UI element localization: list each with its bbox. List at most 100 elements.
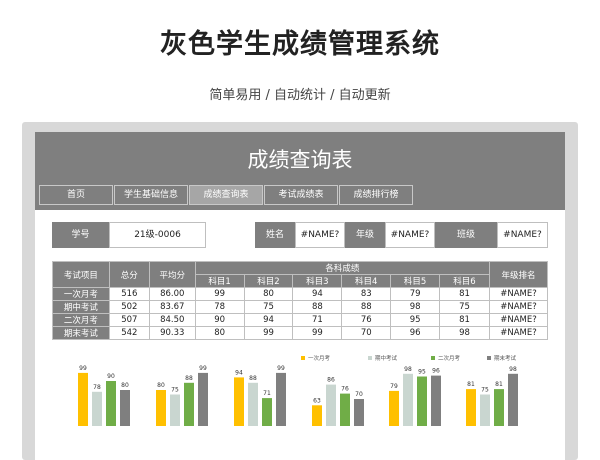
bar-1-4 [312, 405, 322, 426]
header-subject-6: 科目6 [439, 274, 490, 288]
legend-swatch [301, 356, 305, 360]
bar-value-label: 81 [467, 381, 475, 388]
bar-4-3 [276, 372, 286, 426]
bar-1-3 [234, 377, 244, 426]
bar-4-1 [120, 390, 130, 426]
subject-score: 99 [194, 287, 245, 301]
bar-value-label: 95 [418, 369, 426, 376]
tab-4[interactable]: 考试成绩表 [264, 185, 338, 205]
tab-3[interactable]: 成绩查询表 [189, 185, 263, 205]
tab-5[interactable]: 成绩排行榜 [339, 185, 413, 205]
bar-value-label: 98 [509, 366, 517, 373]
class-value: #NAME? [497, 222, 548, 248]
average-score: 86.00 [148, 287, 196, 301]
bar-value-label: 70 [355, 391, 363, 398]
student-id-field[interactable]: 21级-0006 [109, 222, 206, 248]
subject-score: 80 [194, 326, 245, 340]
score-query-sheet: 成绩查询表 首页 学生基础信息 成绩查询表 考试成绩表 成绩排行榜 学号 21级-000… [35, 132, 565, 460]
bar-value-label: 76 [341, 386, 349, 393]
grade-label: 年级 [345, 222, 385, 248]
bar-4-2 [198, 372, 208, 426]
bar-value-label: 78 [93, 384, 101, 391]
bar-value-label: 90 [107, 373, 115, 380]
legend-swatch [431, 356, 435, 360]
bar-1-5 [389, 390, 399, 426]
bar-value-label: 98 [404, 366, 412, 373]
legend-swatch [368, 356, 372, 360]
tab-2[interactable]: 学生基础信息 [114, 185, 188, 205]
grade-rank: #NAME? [488, 326, 549, 340]
bar-value-label: 79 [390, 383, 398, 390]
total-score: 502 [108, 300, 150, 314]
total-score: 507 [108, 313, 150, 327]
bar-value-label: 96 [432, 368, 440, 375]
subject-score: 88 [292, 300, 343, 314]
table-row: 期中考试 502 83.67 78 75 88 88 98 75 #NAME? [52, 300, 549, 314]
bar-3-5 [417, 376, 427, 426]
table-row: 一次月考 516 86.00 99 80 94 83 79 81 #NAME? [52, 287, 549, 301]
header-subject-4: 科目4 [341, 274, 392, 288]
class-label: 班级 [435, 222, 497, 248]
subject-score: 75 [243, 300, 294, 314]
bar-value-label: 94 [235, 369, 243, 376]
subject-score: 76 [341, 313, 392, 327]
subject-score: 70 [341, 326, 392, 340]
grade-value: #NAME? [385, 222, 435, 248]
bar-value-label: 99 [79, 365, 87, 372]
bar-2-4 [326, 384, 336, 426]
bar-2-1 [92, 391, 102, 426]
bar-value-label: 63 [313, 397, 321, 404]
table-row: 期末考试 542 90.33 80 99 99 70 96 98 #NAME? [52, 326, 549, 340]
header-subject-5: 科目5 [390, 274, 441, 288]
subject-score: 98 [390, 300, 441, 314]
bar-1-2 [156, 390, 166, 426]
average-score: 83.67 [148, 300, 196, 314]
grade-rank: #NAME? [488, 287, 549, 301]
bar-value-label: 88 [249, 375, 257, 382]
legend-label: 期末考试 [494, 354, 517, 362]
bar-1-1 [78, 372, 88, 426]
header-total: 总分 [108, 261, 150, 288]
header-subject-1: 科目1 [194, 274, 245, 288]
subject-score: 96 [390, 326, 441, 340]
subject-score: 81 [439, 313, 490, 327]
header-exam: 考试项目 [52, 261, 110, 288]
sheet-header: 成绩查询表 首页 学生基础信息 成绩查询表 考试成绩表 成绩排行榜 [35, 132, 565, 210]
bar-4-5 [431, 375, 441, 426]
tab-1[interactable]: 首页 [39, 185, 113, 205]
bar-2-6 [480, 394, 490, 426]
bar-2-3 [248, 382, 258, 426]
subject-score: 99 [243, 326, 294, 340]
subject-score: 94 [292, 287, 343, 301]
subject-score: 99 [292, 326, 343, 340]
bar-2-5 [403, 373, 413, 426]
bar-value-label: 86 [327, 377, 335, 384]
subject-score: 80 [243, 287, 294, 301]
bar-value-label: 80 [121, 382, 129, 389]
subject-score: 94 [243, 313, 294, 327]
subject-score: 90 [194, 313, 245, 327]
bar-value-label: 81 [495, 381, 503, 388]
subject-score: 83 [341, 287, 392, 301]
exam-name: 一次月考 [52, 287, 110, 301]
sheet-nav: 首页 学生基础信息 成绩查询表 考试成绩表 成绩排行榜 [39, 185, 414, 205]
legend-label: 一次月考 [308, 354, 331, 362]
header-subject-2: 科目2 [243, 274, 294, 288]
subject-score: 98 [439, 326, 490, 340]
subject-score: 71 [292, 313, 343, 327]
page-hero-subtitle: 简单易用 / 自动统计 / 自动更新 [209, 88, 391, 103]
bar-value-label: 88 [185, 375, 193, 382]
page-hero-title: 灰色学生成绩管理系统 [160, 29, 440, 60]
subject-score: 88 [341, 300, 392, 314]
subject-score: 81 [439, 287, 490, 301]
header-rank: 年级排名 [488, 261, 549, 288]
exam-name: 期末考试 [52, 326, 110, 340]
header-subject-3: 科目3 [292, 274, 343, 288]
bar-value-label: 99 [277, 365, 285, 372]
score-table: 考试项目 总分 平均分 各科成绩 年级排名 科目1 科目2 科目3 科目4 科目5 科目6… [52, 261, 549, 340]
subject-score: 79 [390, 287, 441, 301]
legend-label: 期中考试 [375, 354, 398, 362]
subject-score: 75 [439, 300, 490, 314]
bar-3-4 [340, 393, 350, 426]
student-info-row: 学号 21级-0006 姓名 #NAME? 年级 #NAME? 班级 #NAME… [52, 222, 548, 248]
